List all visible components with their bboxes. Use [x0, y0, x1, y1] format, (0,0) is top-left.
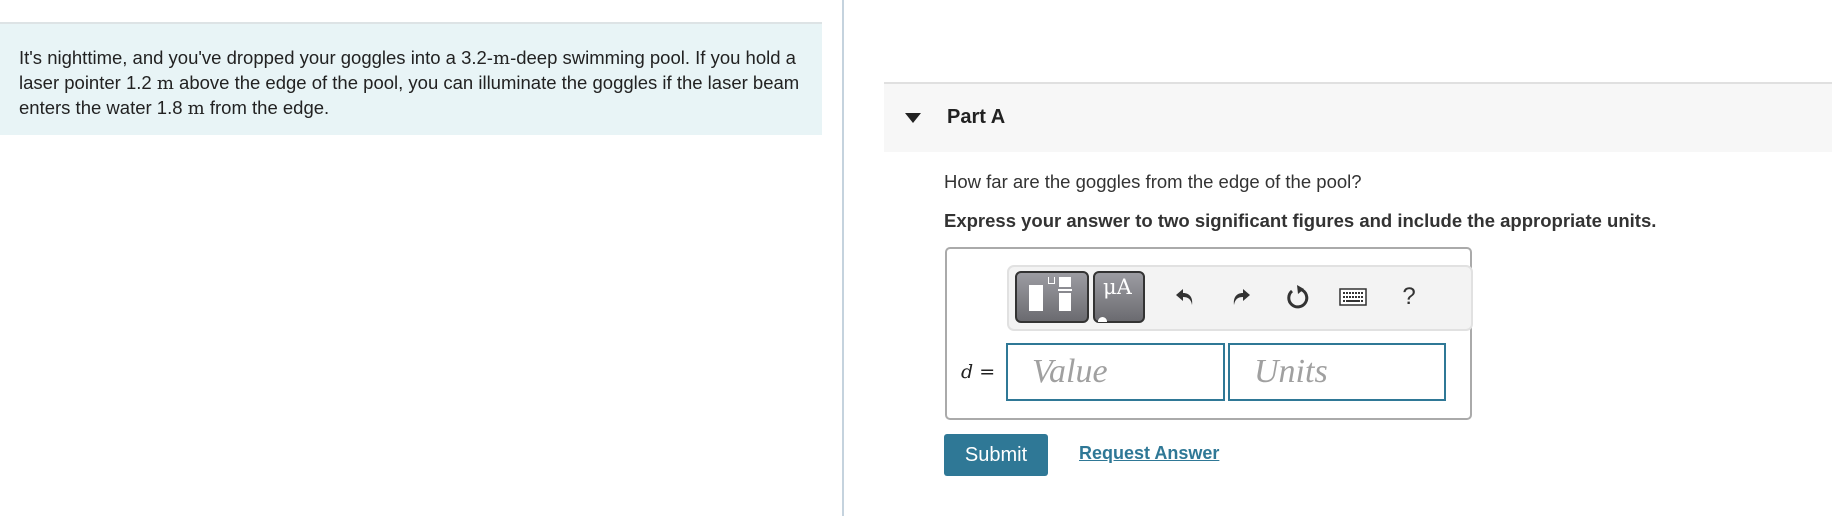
unit-meters: m [492, 48, 511, 69]
equals-sign: = [979, 361, 996, 383]
redo-button[interactable] [1225, 281, 1257, 313]
reset-button[interactable] [1281, 281, 1313, 313]
redo-icon [1233, 289, 1250, 305]
value-input[interactable] [1006, 343, 1225, 401]
help-icon: ? [1402, 283, 1416, 310]
symbols-label: μA [1103, 275, 1132, 299]
unit-meters: m [156, 73, 174, 94]
request-answer-link[interactable]: Request Answer [1079, 443, 1219, 464]
keyboard-button[interactable] [1337, 281, 1369, 313]
problem-statement: It's nighttime, and you've dropped your … [0, 22, 822, 135]
variable-name: d [961, 361, 974, 383]
variable-label: d = [961, 361, 995, 383]
symbols-button[interactable]: μA [1093, 271, 1145, 323]
part-title: Part A [947, 106, 1006, 128]
problem-text-0: It's nighttime, and you've dropped your … [19, 47, 493, 68]
collapse-triangle-icon[interactable] [905, 113, 921, 123]
math-toolbar: μA ? [1007, 265, 1473, 331]
answer-box: μA ? d = Value Units [945, 247, 1473, 420]
question-text: How far are the goggles from the edge of… [944, 171, 1362, 192]
keyboard-icon [1339, 288, 1367, 306]
templates-button[interactable] [1015, 271, 1089, 323]
submit-button[interactable]: Submit [944, 434, 1048, 476]
part-a-header[interactable]: Part A [884, 82, 1832, 152]
symbols-dropdown-indicator [1098, 317, 1107, 322]
problem-text-6: from the edge. [204, 97, 330, 118]
reset-icon [1287, 285, 1309, 309]
units-input[interactable] [1228, 343, 1446, 401]
instruction-text: Express your answer to two significant f… [944, 210, 1657, 231]
help-button[interactable]: ? [1393, 281, 1425, 313]
undo-button[interactable] [1169, 281, 1201, 313]
unit-meters: m [187, 98, 205, 119]
undo-icon [1176, 289, 1193, 305]
panel-divider[interactable] [842, 0, 844, 516]
